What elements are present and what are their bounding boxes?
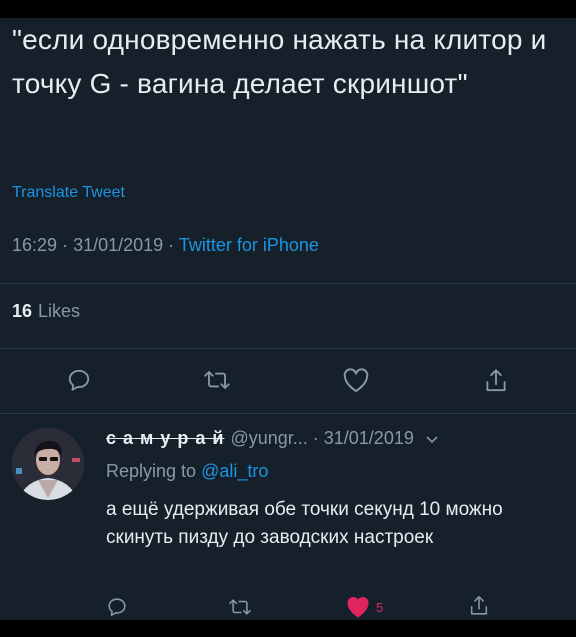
divider bbox=[0, 348, 576, 349]
translate-tweet-link[interactable]: Translate Tweet bbox=[12, 184, 125, 202]
tweet-date: 31/01/2019 bbox=[73, 235, 164, 255]
retweet-icon bbox=[204, 371, 230, 389]
like-button[interactable] bbox=[342, 367, 370, 393]
reply-date: · 31/01/2019 bbox=[312, 428, 414, 448]
reply-icon bbox=[68, 369, 90, 391]
reply-retweet-button[interactable] bbox=[227, 596, 253, 618]
likes-label: Likes bbox=[38, 301, 81, 321]
replying-to: Replying to @ali_tro bbox=[106, 461, 268, 482]
reply-handle[interactable]: @yungr... bbox=[230, 428, 307, 448]
reply-text: а ещё удерживая обе точки секунд 10 можн… bbox=[106, 499, 503, 548]
separator-dot: · bbox=[168, 235, 179, 255]
reply-button[interactable] bbox=[66, 367, 92, 393]
reply-icon bbox=[108, 598, 126, 617]
divider bbox=[0, 283, 576, 284]
likes-summary[interactable]: 16 Likes bbox=[12, 301, 80, 322]
reply-like-count: 5 bbox=[376, 599, 384, 615]
heart-icon bbox=[343, 368, 369, 393]
retweet-icon bbox=[229, 599, 251, 615]
reply-display-name[interactable]: с а м у р а й bbox=[106, 428, 224, 448]
tweet-source-link[interactable]: Twitter for iPhone bbox=[179, 235, 319, 255]
share-icon bbox=[470, 596, 488, 615]
share-icon bbox=[486, 369, 506, 392]
reply-share-button[interactable] bbox=[468, 594, 490, 618]
reply-reply-button[interactable] bbox=[106, 596, 128, 618]
avatar-photo bbox=[12, 428, 84, 500]
avatar[interactable] bbox=[12, 428, 84, 500]
heart-filled-icon bbox=[347, 597, 369, 618]
tweet-metadata: 16:29 · 31/01/2019 · Twitter for iPhone bbox=[12, 235, 319, 256]
replying-to-mention[interactable]: @ali_tro bbox=[201, 461, 268, 481]
tweet-time: 16:29 bbox=[12, 235, 58, 255]
tweet-detail-view: "если одновременно нажать на клитор и то… bbox=[0, 18, 576, 620]
share-button[interactable] bbox=[483, 367, 509, 395]
likes-count: 16 bbox=[12, 301, 33, 321]
reply-header: с а м у р а й @yungr... · 31/01/2019 bbox=[106, 428, 439, 450]
divider bbox=[0, 413, 576, 414]
reply-like-button[interactable]: 5 bbox=[346, 596, 383, 618]
chevron-down-icon[interactable] bbox=[425, 429, 439, 450]
separator-dot: · bbox=[62, 235, 74, 255]
replying-to-label: Replying to bbox=[106, 461, 197, 481]
tweet-text: "если одновременно нажать на клитор и то… bbox=[12, 24, 547, 99]
retweet-button[interactable] bbox=[202, 367, 232, 393]
